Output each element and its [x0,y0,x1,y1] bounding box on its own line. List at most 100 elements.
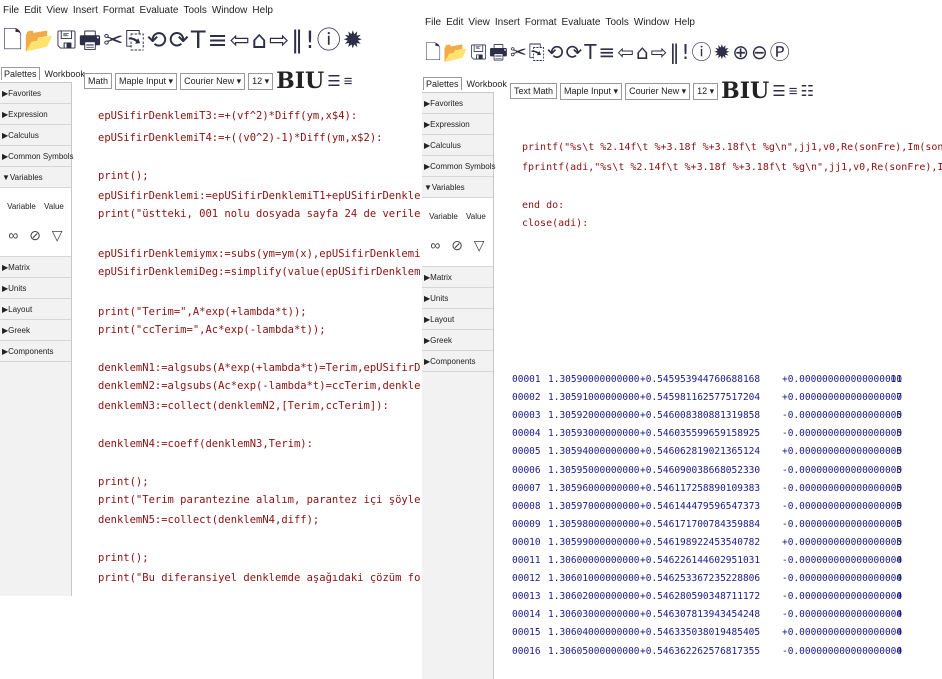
menu-window[interactable]: Window [212,5,248,16]
format-letters[interactable]: BIU [721,80,769,102]
zoom-out-icon[interactable]: ⊖ [751,42,768,62]
code-line[interactable]: end do: [522,200,564,211]
palette-layout[interactable]: ▶ Layout [0,299,71,320]
palette-components[interactable]: ▶ Components [0,341,71,362]
input-mode-select[interactable]: Maple Input ▾ [115,72,178,90]
open-icon[interactable]: 📂 [24,28,54,52]
copy-icon[interactable]: ⎘ [529,42,545,62]
font-select[interactable]: Courier New ▾ [625,82,691,100]
palette-units[interactable]: ▶ Units [0,278,71,299]
undo-icon[interactable]: ⟲ [547,42,564,62]
filter-icon[interactable]: ▽ [52,227,63,244]
t-text-icon[interactable]: T [584,42,596,62]
open-icon[interactable]: 📂 [443,42,468,62]
palette-greek[interactable]: ▶ Greek [0,320,71,341]
palette-calculus[interactable]: ▶ Calculus [422,135,493,156]
code-line[interactable]: fprintf(adi,"%s\t %2.14f\t %+3.18f %+3.1… [522,162,942,173]
font-size-select[interactable]: 12 ▾ [693,82,719,100]
zoom-in-icon[interactable]: ⊕ [732,42,749,62]
palette-variables[interactable]: ▼ Variables [0,167,71,188]
menu-window[interactable]: Window [634,17,670,28]
hide-icon[interactable]: ⊘ [451,237,463,254]
tab-palettes[interactable]: Palettes [1,67,40,80]
font-size-select[interactable]: 12 ▾ [248,72,274,90]
save-icon[interactable]: 🖫 [56,28,76,52]
tab-workbook[interactable]: Workbook [465,78,509,90]
palette-layout[interactable]: ▶ Layout [422,309,493,330]
forward-icon[interactable]: ⇨ [651,42,668,62]
menu-insert[interactable]: Insert [73,5,98,16]
format-letters[interactable]: BIU [276,70,324,92]
code-line[interactable]: denklemN5:=collect(denklemN4,diff); [98,514,319,526]
code-line[interactable]: print(); [98,476,149,488]
code-line[interactable]: epUSifirDenklemiT4:=+((v0^2)-1)*Diff(ym,… [98,132,382,144]
right-worksheet[interactable]: printf("%s\t %2.14f\t %+3.18f %+3.18f\t … [522,142,942,229]
execute-group-icon[interactable]: ≡ [208,28,228,52]
code-line[interactable]: denklemN2:=algsubs(Ac*exp(-lambda*t)=ccT… [98,380,420,392]
palette-greek[interactable]: ▶ Greek [422,330,493,351]
execute-group-icon[interactable]: ≡ [598,42,615,62]
exclamation-icon[interactable]: ! [305,28,315,52]
palette-common-symbols[interactable]: ▶ Common Symbols [422,156,496,177]
palette-favorites[interactable]: ▶ Favorites [422,93,493,114]
restart-icon[interactable]: ⓘ [317,28,341,52]
print-icon[interactable]: 🖶 [79,28,102,52]
code-line[interactable]: epUSifirDenklemiDeg:=simplify(value(epUS… [98,266,420,278]
code-line[interactable]: denklemN4:=coeff(denklemN3,Terim): [98,438,313,450]
new-icon[interactable]: 🗋 [3,28,22,52]
font-select[interactable]: Courier New ▾ [180,72,246,90]
forward-icon[interactable]: ⇨ [269,28,289,52]
menu-view[interactable]: View [468,17,490,28]
list-icon[interactable]: ☷ [800,84,813,99]
stop-icon[interactable]: ‖ [291,28,303,52]
text-math-toggle[interactable]: Text Math [510,83,558,99]
menu-tools[interactable]: Tools [605,17,628,28]
palette-favorites[interactable]: ▶ Favorites [0,83,71,104]
align-center-icon[interactable]: ≡ [789,84,798,99]
cut-icon[interactable]: ✂ [103,28,123,52]
align-center-icon[interactable]: ≡ [344,74,353,89]
menu-evaluate[interactable]: Evaluate [140,5,179,16]
code-line[interactable]: print(); [98,552,149,564]
save-icon[interactable]: 🖫 [470,42,487,62]
code-line[interactable]: print("Bu diferansiyel denklemde aşağıda… [98,572,420,584]
text-math-toggle[interactable]: Math [84,73,113,89]
home-icon[interactable]: ⌂ [636,42,649,62]
code-line[interactable]: print("üstteki, 001 nolu dosyada sayfa 2… [98,208,420,220]
code-line[interactable]: print(); [98,170,149,182]
infinity-icon[interactable]: ∞ [430,237,440,254]
code-line[interactable]: print("Terim=",A*exp(+lambda*t)); [98,306,307,318]
code-line[interactable]: epUSifirDenklemiymx:=subs(ym=ym(x),epUSi… [98,248,420,260]
code-line[interactable]: print("ccTerim=",Ac*exp(-lambda*t)); [98,324,326,336]
code-line[interactable]: print("Terim parantezine alalım, parante… [98,494,420,506]
back-icon[interactable]: ⇦ [617,42,634,62]
menu-format[interactable]: Format [525,17,557,28]
align-left-icon[interactable]: ☰ [772,84,785,99]
filter-icon[interactable]: ▽ [474,237,485,254]
exclamation-icon[interactable]: ! [681,42,689,62]
palette-calculus[interactable]: ▶ Calculus [0,125,71,146]
print-icon[interactable]: 🖶 [489,42,508,62]
menu-evaluate[interactable]: Evaluate [562,17,601,28]
palette-expression[interactable]: ▶ Expression [422,114,493,135]
left-worksheet[interactable]: epUSifirDenklemiT3:=+(vf^2)*Diff(ym,x$4)… [98,110,420,596]
redo-icon[interactable]: ⟳ [169,28,189,52]
menu-edit[interactable]: Edit [446,17,463,28]
palette-common-symbols[interactable]: ▶ Common Symbols [0,146,74,167]
menu-help[interactable]: Help [674,17,695,28]
align-left-icon[interactable]: ☰ [327,74,340,89]
home-icon[interactable]: ⌂ [252,28,267,52]
code-line[interactable]: close(adi): [522,218,588,229]
new-icon[interactable]: 🗋 [425,42,441,62]
menu-format[interactable]: Format [103,5,135,16]
menu-help[interactable]: Help [252,5,273,16]
hide-icon[interactable]: ⊘ [29,227,41,244]
restart-icon[interactable]: ⓘ [691,42,711,62]
palette-components[interactable]: ▶ Components [422,351,493,372]
menu-file[interactable]: File [3,5,19,16]
cut-icon[interactable]: ✂ [510,42,527,62]
menu-tools[interactable]: Tools [183,5,206,16]
debug-icon[interactable]: ✹ [343,28,363,52]
palette-units[interactable]: ▶ Units [422,288,493,309]
redo-icon[interactable]: ⟳ [565,42,582,62]
